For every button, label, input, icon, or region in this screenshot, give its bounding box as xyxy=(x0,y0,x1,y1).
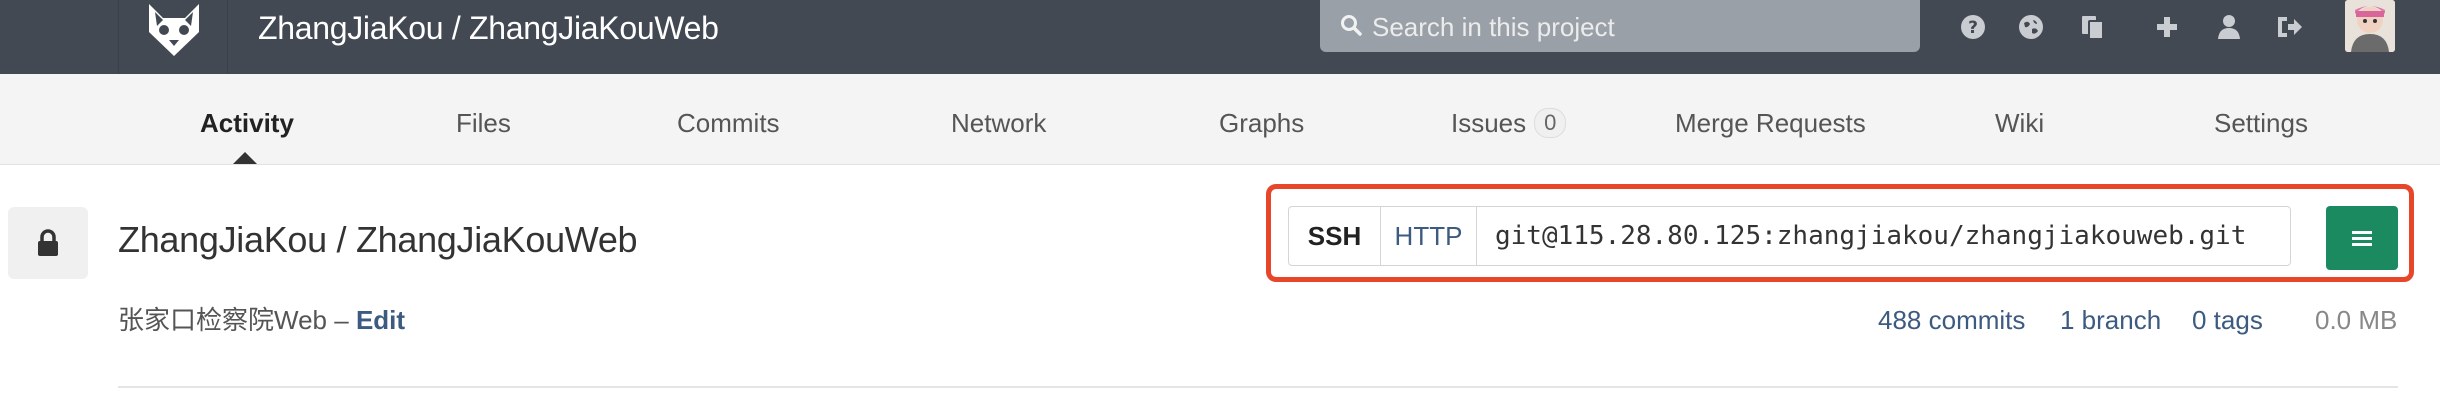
tab-commits[interactable]: Commits xyxy=(677,108,780,138)
hamburger-menu-icon xyxy=(2352,231,2372,246)
http-button[interactable]: HTTP xyxy=(1381,207,1477,265)
branch-count-link[interactable]: 1 branch xyxy=(2060,304,2161,336)
clone-url-group: SSH HTTP git@115.28.80.125:zhangjiakou/z… xyxy=(1288,206,2291,266)
tab-merge-requests[interactable]: Merge Requests xyxy=(1675,108,1866,138)
commits-count-link[interactable]: 488 commits xyxy=(1878,304,2025,336)
profile-icon[interactable] xyxy=(2214,12,2244,42)
gitlab-logo[interactable] xyxy=(118,0,228,74)
section-divider xyxy=(118,386,2398,388)
tags-count-link[interactable]: 0 tags xyxy=(2192,304,2263,336)
issues-count-badge: 0 xyxy=(1534,108,1567,138)
project-actions-button[interactable] xyxy=(2326,206,2398,270)
description-separator: – xyxy=(334,305,349,335)
repository-size: 0.0 MB xyxy=(2315,305,2398,335)
tab-graphs[interactable]: Graphs xyxy=(1219,108,1304,138)
header-project-path[interactable]: ZhangJiaKou / ZhangJiaKouWeb xyxy=(258,8,719,48)
tab-network[interactable]: Network xyxy=(951,108,1046,138)
project-title: ZhangJiaKou / ZhangJiaKouWeb xyxy=(118,219,638,260)
tab-issues[interactable]: Issues 0 xyxy=(1451,108,1567,138)
new-project-icon[interactable] xyxy=(2152,12,2182,42)
private-project-indicator xyxy=(8,207,88,279)
search-icon xyxy=(1341,15,1362,36)
tab-issues-label: Issues xyxy=(1451,108,1527,138)
project-description: 张家口检察院Web – Edit xyxy=(118,304,405,336)
svg-text:?: ? xyxy=(1968,18,1978,38)
snippets-icon[interactable] xyxy=(2078,12,2108,42)
active-tab-indicator xyxy=(233,152,257,164)
tab-wiki[interactable]: Wiki xyxy=(1995,108,2044,138)
edit-description-link[interactable]: Edit xyxy=(356,305,405,335)
tab-activity[interactable]: Activity xyxy=(200,108,294,138)
sign-out-icon[interactable] xyxy=(2274,12,2304,42)
project-nav: Activity Files Commits Network Graphs Is… xyxy=(0,74,2440,165)
user-avatar[interactable] xyxy=(2345,0,2395,52)
explore-icon[interactable] xyxy=(2016,12,2046,42)
project-search[interactable] xyxy=(1320,0,1920,52)
help-icon[interactable]: ? xyxy=(1958,12,1988,42)
description-text: 张家口检察院Web xyxy=(118,305,327,335)
clone-url-input[interactable]: git@115.28.80.125:zhangjiakou/zhangjiako… xyxy=(1477,207,2290,265)
search-input[interactable] xyxy=(1370,6,1894,48)
ssh-button[interactable]: SSH xyxy=(1289,207,1381,265)
tab-files[interactable]: Files xyxy=(456,108,511,138)
top-header: ZhangJiaKou / ZhangJiaKouWeb ? xyxy=(0,0,2440,74)
lock-icon xyxy=(38,229,58,256)
tab-settings[interactable]: Settings xyxy=(2214,108,2308,138)
fox-logo-icon xyxy=(149,4,199,56)
